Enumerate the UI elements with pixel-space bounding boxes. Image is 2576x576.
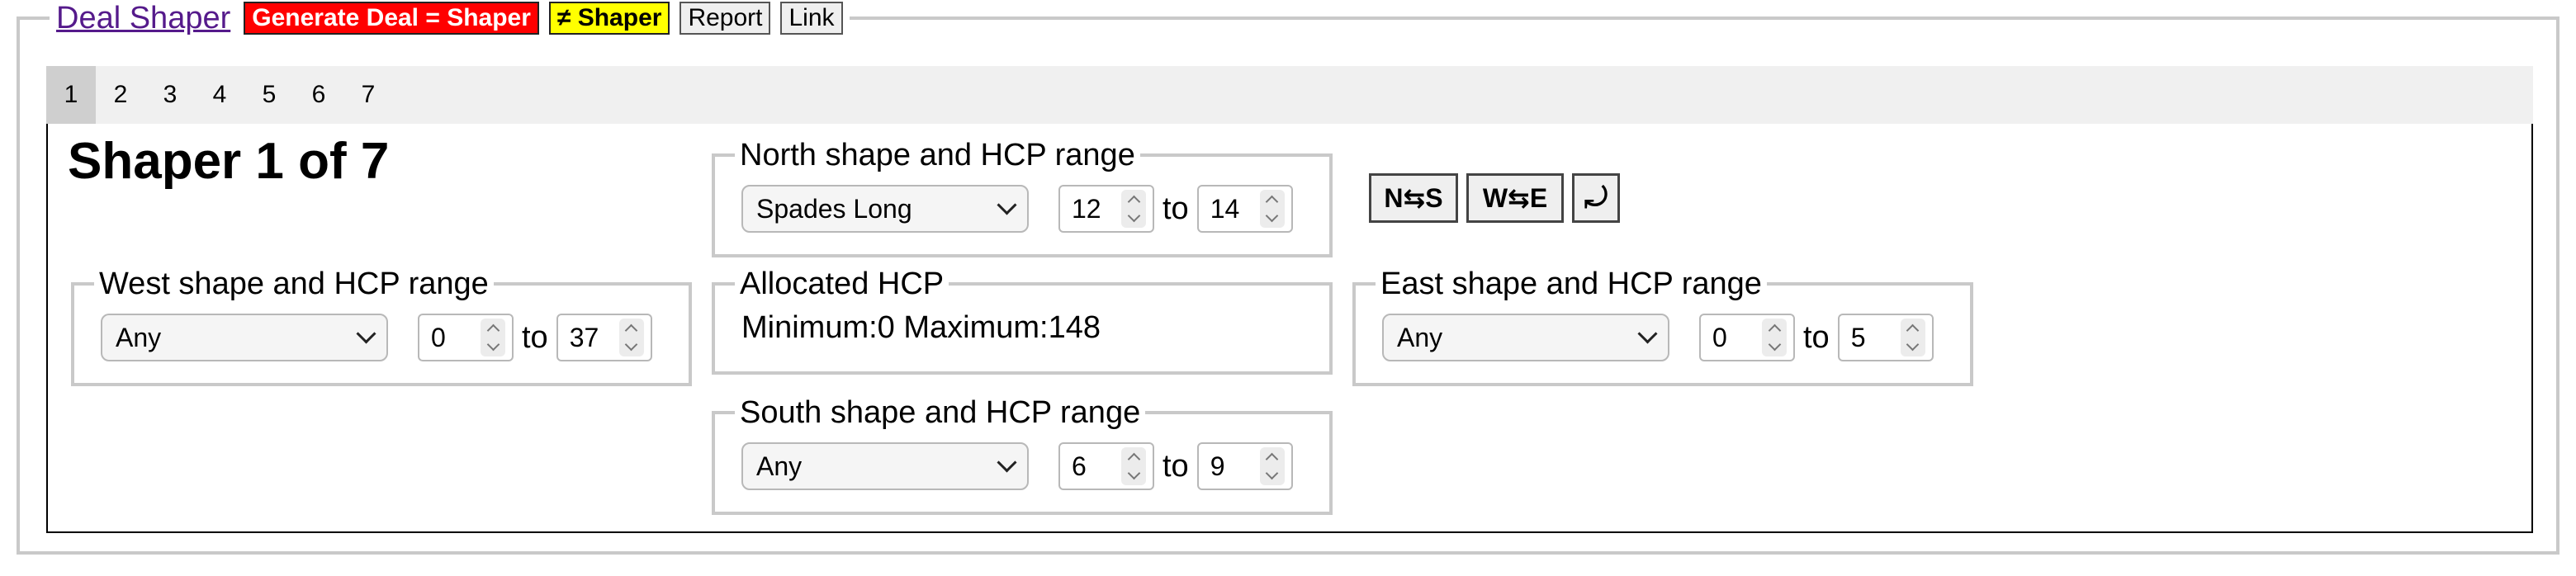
swap-north-south-button[interactable]: N⇆S	[1369, 173, 1458, 223]
tab-4[interactable]: 4	[195, 66, 244, 124]
north-row: Spades Long 12 to 14	[741, 185, 1293, 233]
spinner-icon[interactable]	[1762, 319, 1787, 356]
south-shape-value: Any	[756, 451, 803, 481]
report-button[interactable]: Report	[680, 2, 771, 35]
rotate-icon[interactable]: ⤾	[1572, 173, 1620, 223]
south-hcp-min-value: 6	[1072, 451, 1087, 481]
spinner-icon[interactable]	[1900, 319, 1925, 356]
south-fieldset: South shape and HCP range Any 6 to 9	[712, 394, 1333, 515]
west-shape-select[interactable]: Any	[101, 314, 388, 361]
deal-shaper-legend: Deal Shaper Generate Deal = Shaper ≠ Sha…	[50, 1, 850, 36]
link-button[interactable]: Link	[780, 2, 843, 35]
spinner-icon[interactable]	[1121, 190, 1146, 228]
south-legend: South shape and HCP range	[735, 394, 1146, 431]
deal-shaper-link[interactable]: Deal Shaper	[56, 1, 230, 36]
east-hcp-max-value: 5	[1850, 322, 1866, 352]
east-fieldset: East shape and HCP range Any 0 to 5	[1352, 266, 1973, 386]
allocated-hcp-fieldset: Allocated HCP Minimum:0 Maximum:148	[712, 266, 1333, 375]
tab-5[interactable]: 5	[244, 66, 294, 124]
west-shape-value: Any	[116, 322, 162, 352]
tab-2[interactable]: 2	[96, 66, 145, 124]
west-row: Any 0 to 37	[101, 314, 652, 361]
east-row: Any 0 to 5	[1382, 314, 1934, 361]
allocated-hcp-legend: Allocated HCP	[735, 266, 949, 302]
spinner-icon[interactable]	[1259, 447, 1285, 485]
east-hcp-max-input[interactable]: 5	[1837, 314, 1934, 361]
east-shape-select[interactable]: Any	[1382, 314, 1669, 361]
spinner-icon[interactable]	[618, 319, 644, 356]
west-hcp-min-value: 0	[431, 322, 446, 352]
east-legend: East shape and HCP range	[1376, 266, 1767, 302]
east-hcp-min-value: 0	[1712, 322, 1727, 352]
spinner-icon[interactable]	[1121, 447, 1146, 485]
south-row: Any 6 to 9	[741, 442, 1293, 490]
east-to-label: to	[1803, 319, 1830, 355]
north-hcp-min-value: 12	[1072, 193, 1101, 224]
shaper-tab-bar: 1 2 3 4 5 6 7	[46, 66, 2533, 124]
tab-7[interactable]: 7	[343, 66, 393, 124]
west-fieldset: West shape and HCP range Any 0 to 37	[71, 266, 692, 386]
north-shape-value: Spades Long	[756, 193, 912, 224]
south-hcp-min-input[interactable]: 6	[1058, 442, 1154, 490]
north-shape-select[interactable]: Spades Long	[741, 185, 1029, 233]
spinner-icon[interactable]	[481, 319, 505, 356]
chevron-down-icon	[1637, 323, 1658, 344]
tab-6[interactable]: 6	[294, 66, 343, 124]
allocated-hcp-text: Minimum:0 Maximum:148	[741, 310, 1101, 345]
shaper-panel: Shaper 1 of 7 North shape and HCP range …	[46, 124, 2533, 533]
west-hcp-min-input[interactable]: 0	[418, 314, 514, 361]
north-hcp-min-input[interactable]: 12	[1058, 185, 1154, 233]
spinner-icon[interactable]	[1259, 190, 1285, 228]
generate-deal-button[interactable]: Generate Deal = Shaper	[244, 2, 539, 35]
north-legend: North shape and HCP range	[735, 137, 1140, 173]
swap-west-east-button[interactable]: W⇆E	[1466, 173, 1564, 223]
east-hcp-min-input[interactable]: 0	[1699, 314, 1795, 361]
not-shaper-button[interactable]: ≠ Shaper	[548, 2, 670, 35]
chevron-down-icon	[997, 194, 1017, 215]
tab-1[interactable]: 1	[46, 66, 96, 124]
north-hcp-max-value: 14	[1210, 193, 1240, 224]
west-legend: West shape and HCP range	[94, 266, 494, 302]
south-hcp-max-input[interactable]: 9	[1196, 442, 1293, 490]
north-hcp-max-input[interactable]: 14	[1196, 185, 1293, 233]
south-to-label: to	[1163, 448, 1189, 484]
north-fieldset: North shape and HCP range Spades Long 12…	[712, 137, 1333, 257]
west-hcp-max-input[interactable]: 37	[556, 314, 652, 361]
shaper-heading: Shaper 1 of 7	[68, 133, 390, 190]
chevron-down-icon	[997, 451, 1017, 473]
south-shape-select[interactable]: Any	[741, 442, 1029, 490]
north-to-label: to	[1163, 191, 1189, 226]
west-hcp-max-value: 37	[569, 322, 599, 352]
chevron-down-icon	[356, 323, 376, 344]
east-shape-value: Any	[1397, 322, 1443, 352]
tab-3[interactable]: 3	[145, 66, 195, 124]
west-to-label: to	[522, 319, 548, 355]
south-hcp-max-value: 9	[1210, 451, 1225, 481]
